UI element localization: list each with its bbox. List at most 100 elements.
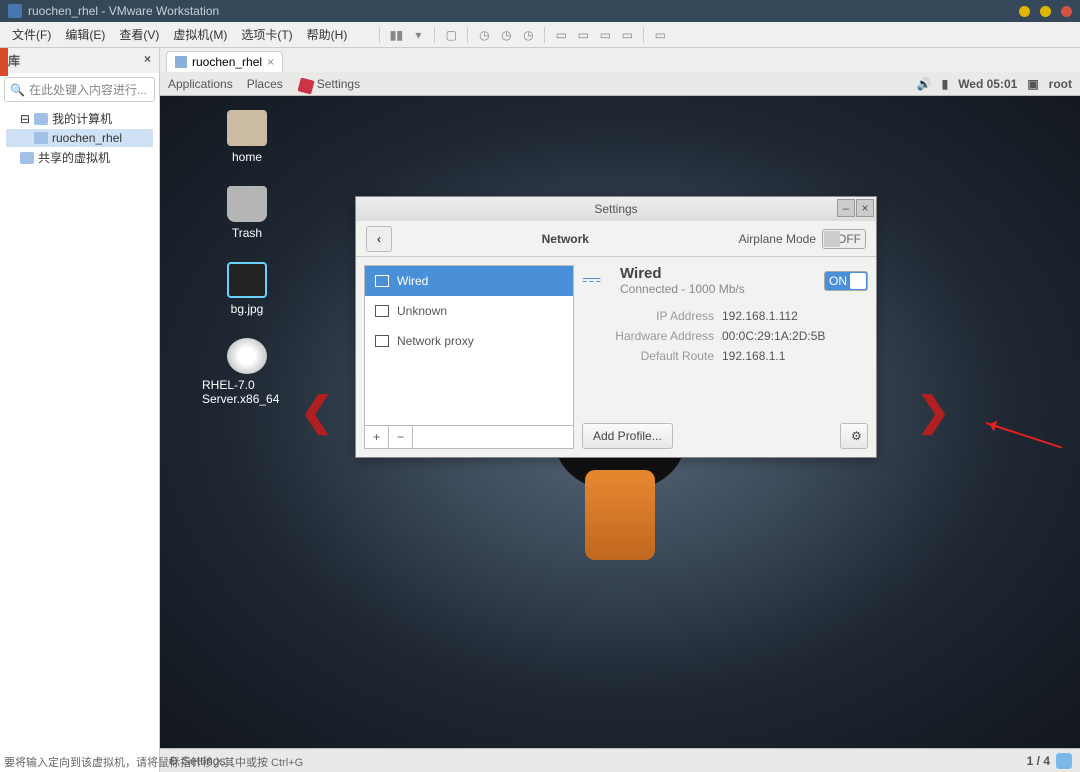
annotation-arrow [986,422,1063,449]
desktop-bgjpg-icon[interactable]: bg.jpg [202,262,292,316]
applications-menu[interactable]: Applications [168,77,233,91]
library-label: 库 [8,52,20,69]
tree-my-computer[interactable]: ⊟ 我的计算机 [6,108,153,129]
airplane-mode-toggle[interactable]: OFF [822,229,866,249]
vm-tab-label: ruochen_rhel [192,55,262,69]
plug-icon: ⎓ [582,266,612,296]
section-title: Network [392,232,739,246]
menu-view[interactable]: 查看(V) [113,23,165,46]
dropdown-icon[interactable]: ▾ [408,25,428,45]
separator [379,27,380,43]
vmware-icon [8,4,22,18]
maximize-dot[interactable] [1040,6,1051,17]
add-connection-button[interactable]: + [365,426,389,448]
view-button[interactable]: ▭ [617,25,637,45]
settings-window: Settings – × ‹ Network Airplane Mode OFF [355,196,877,458]
vmware-menubar: 文件(F) 编辑(E) 查看(V) 虚拟机(M) 选项卡(T) 帮助(H) ▮▮… [0,22,1080,48]
tool-button[interactable]: ◷ [496,25,516,45]
view-button[interactable]: ▭ [551,25,571,45]
tool-button[interactable]: ◷ [518,25,538,45]
vmware-titlebar: ruochen_rhel - VMware Workstation [0,0,1080,22]
menu-file[interactable]: 文件(F) [6,23,57,46]
menu-edit[interactable]: 编辑(E) [59,23,111,46]
separator [643,27,644,43]
arrow-right-decoration: ❯ [916,389,950,435]
conn-name: Wired [620,265,745,282]
search-placeholder: 在此处键入内容进行... [29,81,147,98]
home-folder-icon [227,110,267,146]
library-close[interactable]: × [144,52,151,69]
arrow-left-decoration: ❮ [300,389,334,435]
tool-button[interactable]: ◷ [474,25,494,45]
guest-wallpaper[interactable]: home Trash bg.jpg RHEL-7.0 Server.x86_64… [160,96,1080,748]
guest-desktop[interactable]: Applications Places Settings 🔊 ▮ Wed 05:… [160,72,1080,772]
tree-vm-ruochen[interactable]: ruochen_rhel [6,129,153,147]
computer-icon [34,113,48,125]
view-button[interactable]: ▭ [595,25,615,45]
window-controls[interactable] [1019,6,1072,17]
snapshot-button[interactable]: ▢ [441,25,461,45]
connection-item-proxy[interactable]: Network proxy [365,326,573,356]
desktop-home-icon[interactable]: home [202,110,292,164]
connection-toggle[interactable]: ON [824,271,868,291]
back-button[interactable]: ‹ [366,226,392,252]
folder-icon [20,152,34,164]
connection-item-wired[interactable]: Wired [365,266,573,296]
vm-tab-close[interactable]: × [267,55,274,69]
connection-item-unknown[interactable]: Unknown [365,296,573,326]
settings-menu[interactable]: Settings [317,77,360,91]
add-profile-button[interactable]: Add Profile... [582,423,673,449]
window-title: ruochen_rhel - VMware Workstation [28,4,219,18]
connections-list: Wired Unknown Network proxy + − [364,265,574,449]
vm-tab[interactable]: ruochen_rhel × [166,51,283,72]
connection-detail-panel: ⎓ Wired Connected - 1000 Mb/s ON IP Addr… [582,265,868,449]
default-route-value: 192.168.1.1 [722,349,785,363]
desktop-trash-icon[interactable]: Trash [202,186,292,240]
menu-tabs[interactable]: 选项卡(T) [235,23,298,46]
tree-shared-vms[interactable]: 共享的虚拟机 [6,147,153,168]
desktop-rhel-disc-icon[interactable]: RHEL-7.0 Server.x86_64 [202,338,292,406]
default-route-label: Default Route [582,349,722,363]
fullscreen-button[interactable]: ▭ [650,25,670,45]
input-hint: 要将输入定向到该虚拟机，请将鼠标指针移入其中或按 Ctrl+G [0,752,307,772]
search-icon: 🔍 [10,83,25,97]
view-button[interactable]: ▭ [573,25,593,45]
monitor-icon [375,335,389,347]
vmware-toolbar: ▮▮ ▾ ▢ ◷ ◷ ◷ ▭ ▭ ▭ ▭ ▭ [375,25,670,45]
disc-icon [227,338,267,374]
ip-address-value: 192.168.1.112 [722,309,798,323]
conn-status: Connected - 1000 Mb/s [620,282,745,296]
remove-connection-button[interactable]: − [389,426,413,448]
left-edge-decoration [0,48,8,76]
close-dot[interactable] [1061,6,1072,17]
settings-header: ‹ Network Airplane Mode OFF [356,221,876,257]
close-button[interactable]: × [856,199,874,217]
ip-address-label: IP Address [582,309,722,323]
places-menu[interactable]: Places [247,77,283,91]
menu-help[interactable]: 帮助(H) [301,23,354,46]
user-menu[interactable]: root [1049,77,1072,91]
gnome-top-bar: Applications Places Settings 🔊 ▮ Wed 05:… [160,72,1080,96]
connection-settings-button[interactable]: ⚙ [840,423,868,449]
clock[interactable]: Wed 05:01 [958,77,1017,91]
trash-icon [227,186,267,222]
library-sidebar: 库 × 🔍 在此处键入内容进行... ⊟ 我的计算机 ruochen_rhel … [0,48,160,772]
minimize-dot[interactable] [1019,6,1030,17]
battery-icon[interactable]: ▮ [942,77,949,91]
library-tree[interactable]: ⊟ 我的计算机 ruochen_rhel 共享的虚拟机 [0,106,159,170]
hw-address-value: 00:0C:29:1A:2D:5B [722,329,825,343]
pause-button[interactable]: ▮▮ [386,25,406,45]
airplane-mode-label: Airplane Mode [739,232,816,246]
hw-address-label: Hardware Address [582,329,722,343]
image-file-icon [227,262,267,298]
workspace-switcher[interactable] [1056,753,1072,769]
minimize-button[interactable]: – [837,199,855,217]
volume-icon[interactable]: 🔊 [917,77,932,91]
monitor-icon [375,275,389,287]
library-search[interactable]: 🔍 在此处键入内容进行... [4,77,155,102]
menu-vm[interactable]: 虚拟机(M) [167,23,233,46]
settings-titlebar[interactable]: Settings – × [356,197,876,221]
vm-icon [34,132,48,144]
workspace-counter[interactable]: 1 / 4 [1027,754,1050,768]
separator [434,27,435,43]
